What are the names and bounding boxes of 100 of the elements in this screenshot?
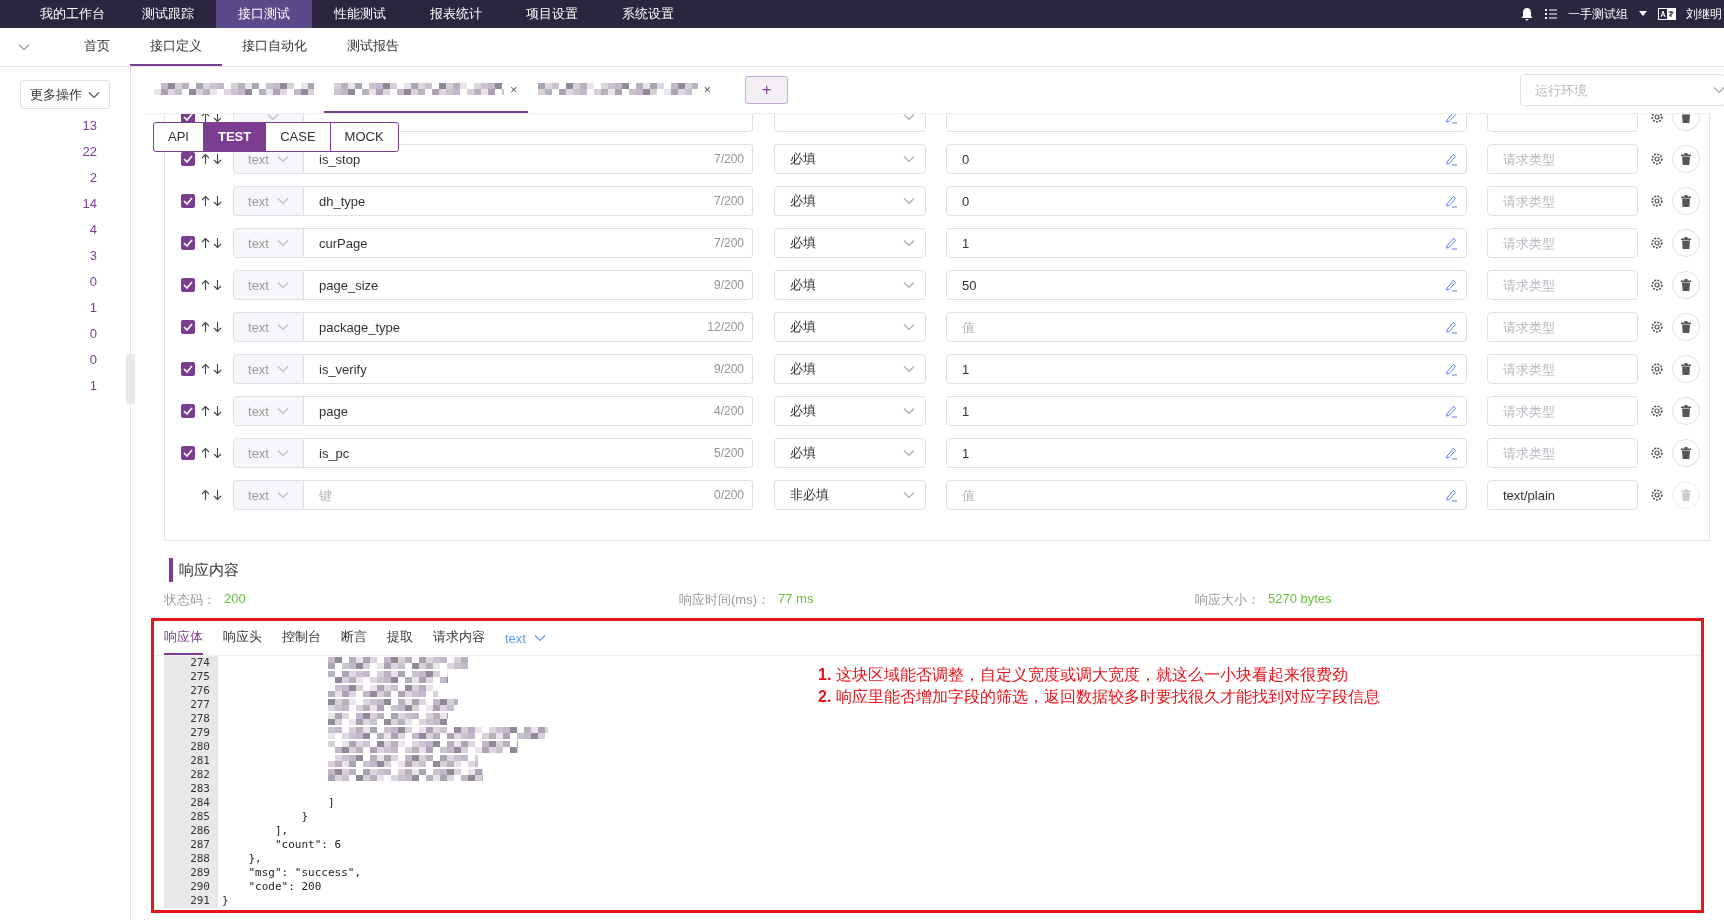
required-select[interactable]: 必填 [774,312,926,342]
content-type-field[interactable]: 请求类型 [1487,396,1638,426]
environment-select[interactable]: 运行环境 [1520,74,1724,106]
settings-icon[interactable] [1650,320,1664,334]
value-field[interactable]: 值 [946,312,1467,342]
checkbox[interactable] [181,320,195,334]
content-type-field[interactable]: 请求类型 [1487,228,1638,258]
key-field[interactable]: page 4/200 [304,396,753,426]
key-input[interactable]: is_pc [319,445,714,461]
content-type-input[interactable]: text/plain [1503,487,1622,503]
value-input[interactable]: 0 [962,151,1444,167]
settings-icon[interactable] [1650,194,1664,208]
value-input[interactable]: 1 [962,403,1444,419]
key-field[interactable]: package_type 12/200 [304,312,753,342]
mode-tab[interactable]: CASE [265,123,330,151]
response-tab[interactable]: 响应头 [223,621,262,655]
settings-icon[interactable] [1650,362,1664,376]
checkbox[interactable] [181,362,195,376]
key-field[interactable]: page_size 9/200 [304,270,753,300]
value-input[interactable]: 1 [962,445,1444,461]
key-input[interactable]: is_stop [319,151,714,167]
required-select[interactable]: 必填 [774,228,926,258]
delete-button[interactable] [1672,355,1700,383]
response-tab[interactable]: 提取 [387,621,413,655]
response-tab[interactable]: 控制台 [282,621,321,655]
mode-tab[interactable]: TEST [202,123,266,151]
content-type-input[interactable]: 请求类型 [1503,445,1622,461]
delete-button[interactable] [1672,439,1700,467]
value-input[interactable]: 值 [962,319,1444,335]
checkbox[interactable] [181,404,195,418]
value-field[interactable]: 值 [946,480,1467,510]
key-field[interactable]: is_pc 5/200 [304,438,753,468]
value-input[interactable]: 1 [962,235,1444,251]
content-type-field[interactable]: 请求类型 [1487,144,1638,174]
checkbox[interactable] [181,236,195,250]
value-input[interactable]: 50 [962,277,1444,293]
checkbox[interactable] [181,278,195,292]
content-type-field[interactable]: 请求类型 [1487,438,1638,468]
page-tab[interactable]: 接口自动化 [222,28,327,66]
page-tab[interactable]: 首页 [64,28,130,66]
value-field[interactable]: 0 [946,144,1467,174]
delete-button[interactable] [1672,145,1700,173]
required-select[interactable]: 必填 [774,270,926,300]
checkbox[interactable] [181,446,195,460]
delete-button[interactable] [1672,187,1700,215]
required-select[interactable]: 必填 [774,396,926,426]
key-input[interactable]: is_verify [319,361,714,377]
required-select[interactable]: 非必填 [774,480,926,510]
content-type-input[interactable]: 请求类型 [1503,361,1622,377]
checkbox[interactable] [181,194,195,208]
add-tab-button[interactable]: + [745,76,789,104]
close-tab-button[interactable]: × [703,81,712,97]
nav-tab[interactable]: 我的工作台 [24,0,120,28]
nav-tab[interactable]: 系统设置 [600,0,696,28]
mode-tab[interactable]: API [154,123,203,151]
value-field[interactable]: 1 [946,228,1467,258]
key-field[interactable]: is_stop 7/200 [304,144,753,174]
more-actions-button[interactable]: 更多操作 [20,80,110,109]
request-tab[interactable]: × [527,67,722,113]
delete-button[interactable] [1672,271,1700,299]
settings-icon[interactable] [1650,404,1664,418]
key-input[interactable]: 键 [319,487,714,503]
value-input[interactable]: 值 [962,487,1444,503]
delete-button[interactable] [1672,313,1700,341]
required-select[interactable]: 必填 [774,186,926,216]
settings-icon[interactable] [1650,236,1664,250]
settings-icon[interactable] [1650,488,1664,502]
nav-tab[interactable]: 接口测试 [216,0,312,28]
close-tab-button[interactable]: × [510,81,518,97]
settings-icon[interactable] [1650,152,1664,166]
value-field[interactable]: 0 [946,186,1467,216]
content-type-input[interactable]: 请求类型 [1503,403,1622,419]
key-input[interactable]: dh_type [319,193,714,209]
content-type-field[interactable]: 请求类型 [1487,270,1638,300]
required-select[interactable]: 必填 [774,438,926,468]
value-field[interactable]: 1 [946,396,1467,426]
content-type-field[interactable]: text/plain [1487,480,1638,510]
content-type-field[interactable]: 请求类型 [1487,354,1638,384]
required-select[interactable]: 必填 [774,144,926,174]
delete-button[interactable] [1672,229,1700,257]
page-tab[interactable]: 测试报告 [327,28,419,66]
page-tab[interactable]: 接口定义 [130,28,222,66]
key-field[interactable]: is_verify 9/200 [304,354,753,384]
mode-tab[interactable]: MOCK [329,123,398,151]
value-input[interactable]: 0 [962,193,1444,209]
settings-icon[interactable] [1650,446,1664,460]
request-tab[interactable]: × [324,67,528,113]
environment-input[interactable]: 运行环境 [1535,82,1709,98]
key-field[interactable]: curPage 7/200 [304,228,753,258]
content-type-input[interactable]: 请求类型 [1503,151,1622,167]
nav-tab[interactable]: 项目设置 [504,0,600,28]
content-type-field[interactable]: 请求类型 [1487,186,1638,216]
nav-tab[interactable]: 报表统计 [408,0,504,28]
settings-icon[interactable] [1650,114,1664,124]
content-type-input[interactable]: 请求类型 [1503,235,1622,251]
key-field[interactable]: dh_type 7/200 [304,186,753,216]
key-input[interactable]: package_type [319,319,708,335]
settings-icon[interactable] [1650,278,1664,292]
collapse-handle[interactable] [126,354,135,404]
value-field[interactable]: 1 [946,438,1467,468]
